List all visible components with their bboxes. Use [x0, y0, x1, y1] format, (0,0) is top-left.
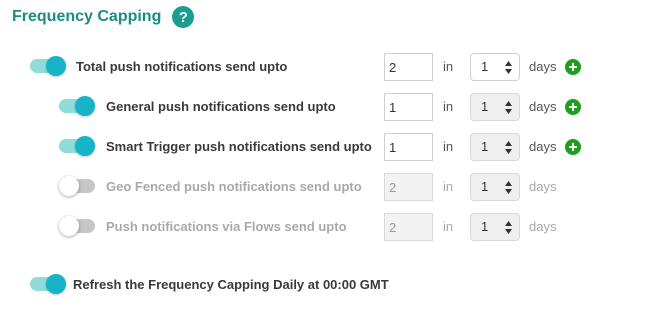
- up-down-arrows-icon: [505, 181, 512, 194]
- cap-label-general: General push notifications send upto: [106, 99, 336, 114]
- toggle-knob: [75, 96, 95, 116]
- in-label: in: [443, 219, 454, 234]
- days-select-flows[interactable]: 1: [470, 213, 520, 241]
- refresh-row: Refresh the Frequency Capping Daily at 0…: [0, 270, 666, 300]
- days-select-general[interactable]: 1: [470, 93, 520, 121]
- refresh-label: Refresh the Frequency Capping Daily at 0…: [73, 277, 389, 292]
- days-select-total[interactable]: 1: [470, 53, 520, 81]
- plus-circle-icon[interactable]: [565, 99, 581, 115]
- toggle-knob: [46, 274, 66, 294]
- help-icon[interactable]: ?: [172, 6, 195, 28]
- in-label: in: [443, 179, 454, 194]
- toggle-knob: [59, 216, 79, 236]
- toggle-general[interactable]: [59, 96, 95, 116]
- toggle-flows[interactable]: [59, 216, 95, 236]
- count-input-geo-fenced[interactable]: [384, 173, 433, 201]
- days-label: days: [529, 219, 557, 234]
- cap-row-geo-fenced: Geo Fenced push notifications send upto …: [0, 172, 666, 202]
- up-down-arrows-icon: [505, 221, 512, 234]
- cap-row-flows: Push notifications via Flows send upto i…: [0, 212, 666, 242]
- section-header: Frequency Capping ?: [12, 5, 195, 29]
- cap-row-smart-trigger: Smart Trigger push notifications send up…: [0, 132, 666, 162]
- plus-circle-icon[interactable]: [565, 139, 581, 155]
- toggle-smart-trigger[interactable]: [59, 136, 95, 156]
- days-label: days: [529, 179, 557, 194]
- plus-circle-icon[interactable]: [565, 59, 581, 75]
- in-label: in: [443, 99, 454, 114]
- toggle-knob: [46, 56, 66, 76]
- toggle-knob: [59, 176, 79, 196]
- days-select-value: 1: [481, 59, 489, 74]
- days-select-value: 1: [481, 179, 489, 194]
- cap-row-total: Total push notifications send upto in 1 …: [0, 52, 666, 82]
- count-input-smart-trigger[interactable]: [384, 133, 433, 161]
- count-input-flows[interactable]: [384, 213, 433, 241]
- days-select-value: 1: [481, 139, 489, 154]
- count-input-total[interactable]: [384, 53, 433, 81]
- up-down-arrows-icon: [505, 141, 512, 154]
- days-select-value: 1: [481, 99, 489, 114]
- page-title: Frequency Capping: [12, 8, 162, 25]
- days-label: days: [529, 99, 557, 114]
- count-input-general[interactable]: [384, 93, 433, 121]
- toggle-knob: [75, 136, 95, 156]
- in-label: in: [443, 59, 454, 74]
- days-select-value: 1: [481, 219, 489, 234]
- up-down-arrows-icon: [505, 61, 512, 74]
- cap-row-general: General push notifications send upto in …: [0, 92, 666, 122]
- cap-label-smart-trigger: Smart Trigger push notifications send up…: [106, 139, 372, 154]
- in-label: in: [443, 139, 454, 154]
- cap-label-total: Total push notifications send upto: [76, 59, 288, 74]
- days-select-smart-trigger[interactable]: 1: [470, 133, 520, 161]
- days-label: days: [529, 139, 557, 154]
- days-select-geo-fenced[interactable]: 1: [470, 173, 520, 201]
- days-label: days: [529, 59, 557, 74]
- cap-label-geo-fenced: Geo Fenced push notifications send upto: [106, 179, 362, 194]
- cap-label-flows: Push notifications via Flows send upto: [106, 219, 347, 234]
- toggle-refresh-daily[interactable]: [30, 274, 66, 294]
- up-down-arrows-icon: [505, 101, 512, 114]
- toggle-total[interactable]: [30, 56, 66, 76]
- toggle-geo-fenced[interactable]: [59, 176, 95, 196]
